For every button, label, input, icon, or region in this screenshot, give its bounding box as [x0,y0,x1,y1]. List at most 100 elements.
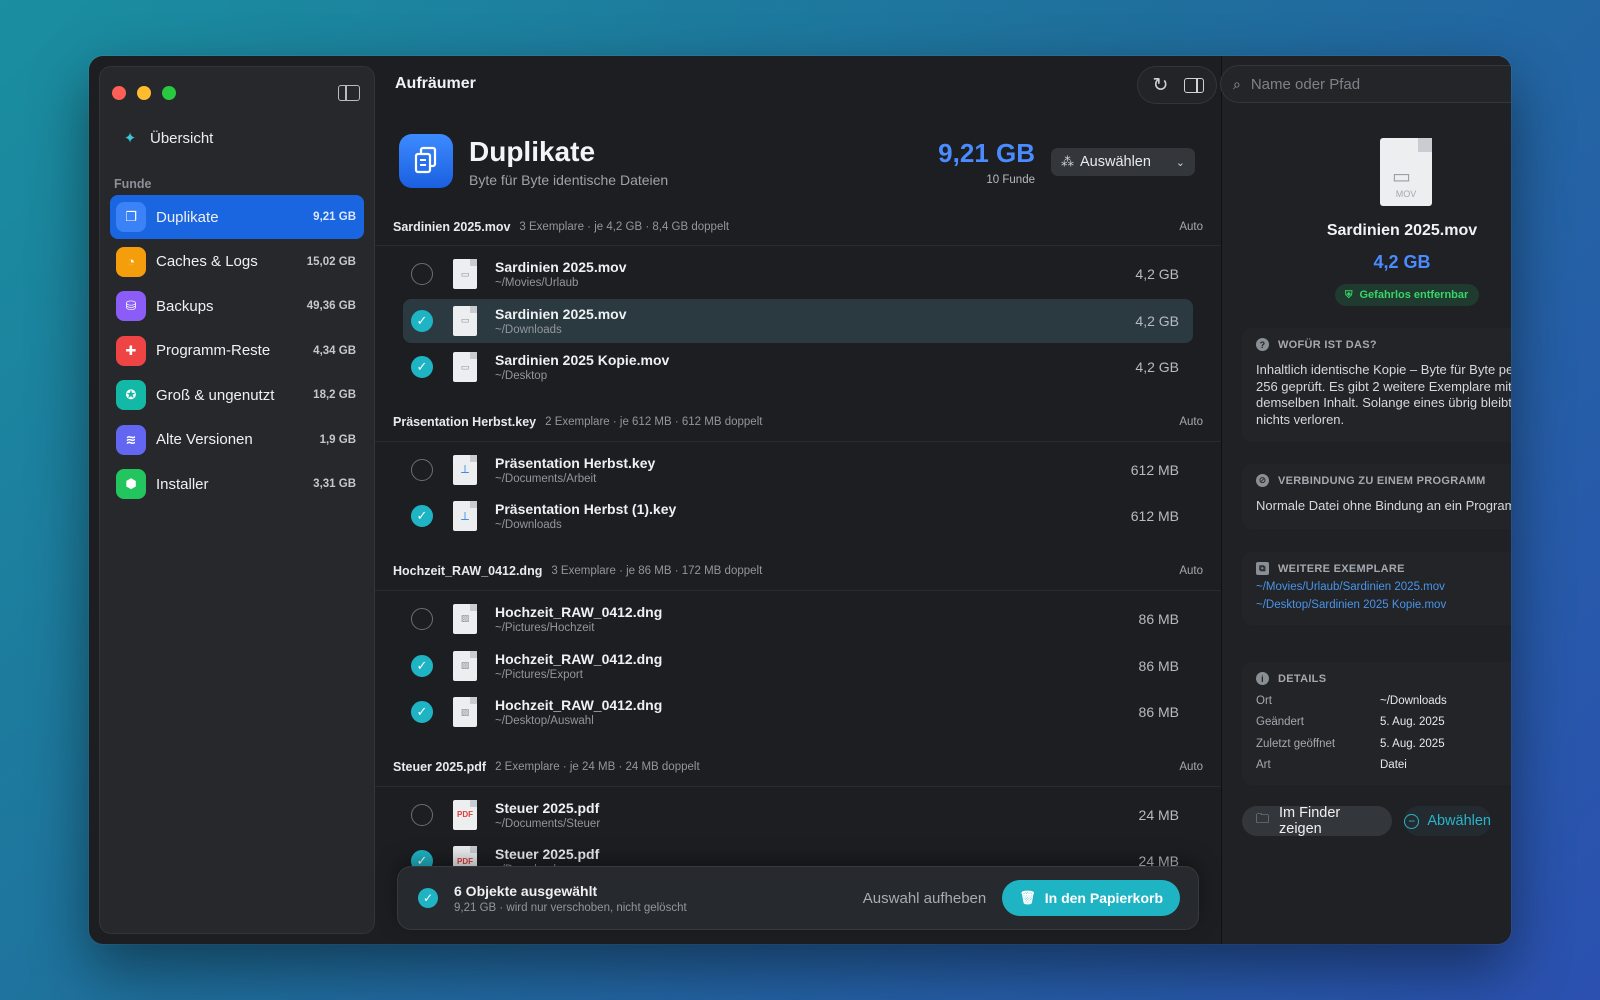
file-name: Sardinien 2025 Kopie.mov [495,352,670,369]
duplicate-group: Präsentation Herbst.key 2 Exemplare · je … [375,404,1221,553]
package-icon: ⬢ [116,469,146,499]
select-checkbox[interactable]: ✓ [411,701,433,724]
refresh-icon[interactable]: ↻ [1149,73,1173,97]
panel-heading: ? WOFÜR IST DAS? [1256,338,1511,351]
accessibility-icon: ✪ [116,380,146,410]
gauge-icon: ◔ [116,246,146,277]
selection-bar: ✓ 6 Objekte ausgewählt 9,21 GB · wird nu… [397,866,1199,930]
detail-key: Zuletzt geöffnet [1256,737,1336,750]
search-input[interactable]: ⌕ Name oder Pfad [1220,65,1511,103]
select-checkbox[interactable]: ✓ [411,356,433,379]
sidebar-toggle-icon[interactable] [338,85,360,101]
sidebar-item-backups[interactable]: ⛁ Backups 49,36 GB [110,284,364,328]
sidebar-item-groß-ungenutzt[interactable]: ✪ Groß & ungenutzt 18,2 GB [110,373,364,417]
auto-select-toggle[interactable]: Auto [1179,761,1203,773]
auto-select-toggle[interactable]: Auto [1179,221,1203,233]
group-name: Steuer 2025.pdf [393,760,487,775]
details-panel: i DETAILS Ort ~/Downloads Geändert 5. Aug. … [1242,662,1511,785]
file-row[interactable]: PDF Steuer 2025.pdf ~/Documents/Steuer 24 M… [403,793,1193,837]
duplicate-group: Hochzeit_RAW_0412.dng 3 Exemplare · je 86… [375,553,1221,749]
zoom-window-button[interactable] [162,86,176,100]
page-title: Duplikate [469,136,596,167]
sidebar-item-programm-reste[interactable]: ✚ Programm-Reste 4,34 GB [110,329,364,373]
sidebar-item-size: 9,21 GB [313,211,356,223]
select-checkbox[interactable] [411,458,433,481]
deselect-button[interactable]: − Abwählen [1404,806,1491,836]
file-row[interactable]: ✓ ▨ Hochzeit_RAW_0412.dng ~/Desktop/Auswahl… [403,690,1193,734]
info-icon: i [1256,672,1269,685]
close-window-button[interactable] [112,86,126,100]
detail-key: Geändert [1256,716,1304,728]
file-row[interactable]: ✓ ▭ Sardinien 2025 Kopie.mov ~/Desktop 4,2 G… [403,345,1193,389]
panel-heading: ⊘ VERBINDUNG ZU EINEM PROGRAMM [1256,474,1511,487]
select-checkbox[interactable]: ✓ [411,654,433,677]
sidebar-item-label: Backups [156,297,214,315]
file-name: Sardinien 2025.mov [495,259,627,275]
file-size: 4,2 GB [1135,312,1179,329]
sidebar-item-overview[interactable]: ✦ Übersicht [122,129,214,148]
group-name: Hochzeit_RAW_0412.dng [393,564,543,579]
selection-count: 6 Objekte ausgewählt [454,882,598,899]
select-label: Auswählen [1080,154,1151,170]
group-name: Präsentation Herbst.key [393,415,537,430]
clear-selection-button[interactable]: Auswahl aufheben [863,890,986,907]
duplicates-icon [399,134,453,188]
panel-title: WEITERE EXEMPLARE [1278,562,1405,575]
video-file-icon: ▭ [453,305,477,336]
sidebar-item-size: 15,02 GB [306,255,356,268]
select-dropdown-button[interactable]: ⁂ Auswählen ⌄ [1051,148,1195,176]
link-icon: ⊘ [1256,474,1269,487]
auto-select-toggle[interactable]: Auto [1179,416,1203,428]
sidebar-item-size: 49,36 GB [306,300,356,312]
panel-text: Inhaltlich identische Kopie – Byte für B… [1256,362,1511,427]
file-size: 612 MB [1130,508,1179,525]
file-row[interactable]: ⟂ Präsentation Herbst.key ~/Documents/Arbe… [403,448,1193,492]
file-path: ~/Documents/Arbeit [495,472,597,485]
file-row[interactable]: ▨ Hochzeit_RAW_0412.dng ~/Pictures/Hochzei… [403,597,1193,641]
sidebar-item-alte-versionen[interactable]: ≋ Alte Versionen 1,9 GB [110,418,364,462]
sidebar-item-size: 1,9 GB [319,433,356,446]
panel-text: Normale Datei ohne Bindung an ein Progra… [1256,498,1511,513]
group-header: Hochzeit_RAW_0412.dng 3 Exemplare · je 86… [375,553,1221,591]
copy-path-link[interactable]: ~/Desktop/Sardinien 2025 Kopie.mov [1256,599,1511,611]
image-file-icon: ▨ [453,603,477,634]
drive-icon: ⛁ [116,291,146,321]
sidebar-item-label: Installer [156,475,209,493]
file-path: ~/Pictures/Hochzeit [495,621,595,634]
file-row[interactable]: ✓ ⟂ Präsentation Herbst (1).key ~/Downloads… [403,494,1193,538]
detail-row: Art Datei [1256,759,1511,771]
select-checkbox[interactable] [411,607,433,630]
sidebar-item-caches-logs[interactable]: ◔ Caches & Logs 15,02 GB [110,240,364,284]
sidebar-item-installer[interactable]: ⬢ Installer 3,31 GB [110,462,364,506]
sidebar-item-size: 3,31 GB [313,478,356,490]
sidebar-item-label: Caches & Logs [156,253,258,270]
inspector-actions: 🗀 Im Finder zeigen − Abwählen [1242,805,1491,837]
inspector-toggle-button[interactable] [1182,73,1206,97]
move-to-trash-button[interactable]: 🗑 In den Papierkorb [1002,880,1180,916]
select-checkbox[interactable] [411,803,433,826]
copy-path-link[interactable]: ~/Movies/Urlaub/Sardinien 2025.mov [1256,581,1511,593]
file-row[interactable]: ✓ ▭ Sardinien 2025.mov ~/Downloads 4,2 GB [403,298,1193,343]
other-copies-panel: ⧉ WEITERE EXEMPLARE ~/Movies/Urlaub/Sard… [1242,552,1511,625]
select-checkbox[interactable]: ✓ [411,505,433,528]
group-header: Sardinien 2025.mov 3 Exemplare · je 4,2 G… [375,208,1221,246]
minimize-window-button[interactable] [137,86,151,100]
detail-value: Datei [1380,759,1407,771]
file-row[interactable]: ✓ ▨ Hochzeit_RAW_0412.dng ~/Pictures/Export… [403,644,1193,688]
file-name: Präsentation Herbst (1).key [495,501,677,518]
detail-row: Zuletzt geöffnet 5. Aug. 2025 [1256,738,1511,750]
group-header: Präsentation Herbst.key 2 Exemplare · je … [375,404,1221,442]
search-placeholder: Name oder Pfad [1250,75,1361,93]
select-checkbox[interactable]: ✓ [411,309,433,332]
sidebar-item-size: 4,34 GB [313,344,356,357]
auto-select-toggle[interactable]: Auto [1179,565,1203,577]
sidebar-item-duplikate[interactable]: ❐ Duplikate 9,21 GB [110,195,364,239]
file-path: ~/Desktop [495,370,548,383]
select-checkbox[interactable] [411,263,433,285]
file-row[interactable]: ▭ Sardinien 2025.mov ~/Movies/Urlaub 4,2 GB [403,252,1193,296]
file-path: ~/Desktop/Auswahl [495,715,594,728]
file-path: ~/Documents/Steuer [495,817,601,830]
duplicate-list[interactable]: Sardinien 2025.mov 3 Exemplare · je 4,2 G… [375,208,1221,898]
shield-check-icon: ⛨ [1345,289,1353,301]
show-in-finder-button[interactable]: 🗀 Im Finder zeigen [1242,805,1393,837]
